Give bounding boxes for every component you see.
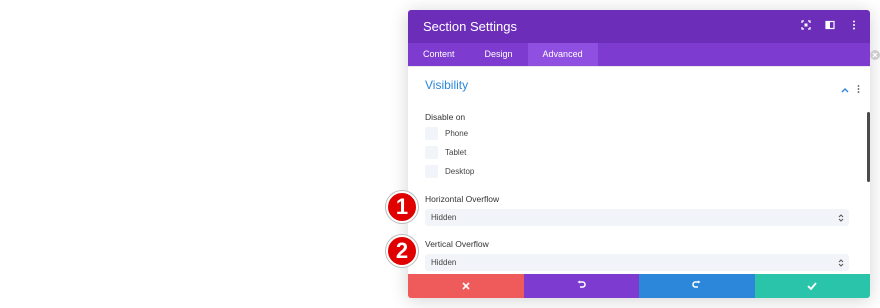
- option-phone[interactable]: Phone: [425, 127, 468, 140]
- horizontal-overflow-value: Hidden: [431, 213, 457, 222]
- option-desktop[interactable]: Desktop: [425, 165, 474, 178]
- visibility-section-title[interactable]: Visibility: [425, 78, 468, 92]
- undo-button[interactable]: [523, 274, 639, 298]
- phone-checkbox[interactable]: [425, 127, 438, 140]
- split-view-icon[interactable]: [824, 19, 836, 31]
- step-badge-1: 1: [386, 191, 418, 223]
- close-icon: [462, 277, 470, 295]
- chevron-up-icon[interactable]: [841, 80, 849, 98]
- section-more-icon[interactable]: [857, 80, 860, 98]
- header-icons: [800, 19, 860, 31]
- modal-footer: [408, 274, 870, 298]
- redo-button[interactable]: [639, 274, 755, 298]
- horizontal-overflow-select[interactable]: Hidden: [425, 209, 849, 226]
- fullscreen-icon[interactable]: [800, 19, 812, 31]
- redo-icon: [691, 277, 702, 295]
- vertical-overflow-label: Vertical Overflow: [425, 239, 489, 249]
- option-tablet[interactable]: Tablet: [425, 146, 466, 159]
- undo-icon: [576, 277, 587, 295]
- section-icons: [841, 80, 860, 98]
- scrollbar[interactable]: [867, 112, 870, 182]
- vertical-overflow-value: Hidden: [431, 258, 457, 267]
- select-arrows-icon: [837, 256, 845, 269]
- section-settings-modal: Section Settings Content Design Advanced…: [408, 10, 870, 298]
- phone-label: Phone: [445, 129, 469, 138]
- horizontal-overflow-label: Horizontal Overflow: [425, 194, 500, 204]
- settings-content: Visibility Disable on Phone Tablet Deskt…: [408, 66, 870, 274]
- tab-bar: Content Design Advanced: [408, 43, 870, 66]
- tab-design[interactable]: Design: [470, 43, 528, 66]
- modal-header: Section Settings: [408, 10, 870, 43]
- desktop-label: Desktop: [445, 167, 475, 176]
- check-icon: [807, 277, 817, 295]
- divider: [408, 66, 870, 67]
- close-icon[interactable]: [870, 50, 880, 60]
- desktop-checkbox[interactable]: [425, 165, 438, 178]
- tablet-checkbox[interactable]: [425, 146, 438, 159]
- tab-advanced[interactable]: Advanced: [527, 43, 598, 66]
- step-badge-2: 2: [386, 235, 418, 267]
- select-arrows-icon: [837, 211, 845, 224]
- tablet-label: Tablet: [445, 148, 467, 157]
- save-button[interactable]: [754, 274, 870, 298]
- modal-title: Section Settings: [423, 19, 517, 34]
- more-options-icon[interactable]: [848, 19, 860, 31]
- disable-on-label: Disable on: [425, 112, 466, 122]
- discard-button[interactable]: [408, 274, 524, 298]
- vertical-overflow-select[interactable]: Hidden: [425, 254, 849, 271]
- tab-content[interactable]: Content: [408, 43, 470, 66]
